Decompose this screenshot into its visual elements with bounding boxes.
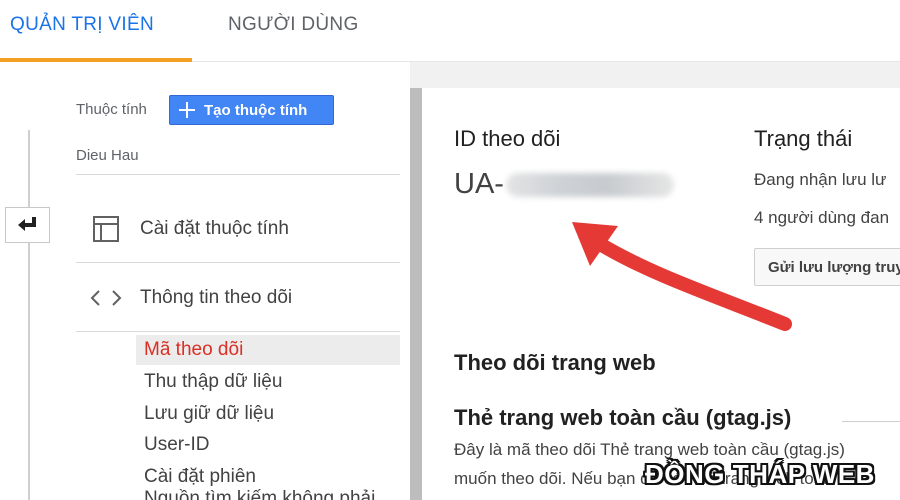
status-heading: Trạng thái [754, 126, 853, 151]
website-tracking-heading: Theo dõi trang web [454, 350, 656, 375]
menu-item-property-settings[interactable]: Cài đặt thuộc tính [76, 196, 400, 262]
tracking-id-value: UA- [454, 168, 674, 201]
plus-icon [170, 101, 204, 119]
property-selector[interactable]: Dieu Hau [76, 147, 139, 164]
watermark-text: ĐỒNG THÁP WEB [645, 458, 875, 489]
create-property-button[interactable]: Tạo thuộc tính [169, 95, 334, 125]
status-text: Đang nhận lưu lư [754, 170, 887, 189]
column-divider-scrollbar[interactable] [410, 88, 422, 500]
red-arrow-annotation [572, 222, 792, 331]
top-tab-bar: QUẢN TRỊ VIÊN NGƯỜI DÙNG [0, 0, 900, 62]
tracking-id-heading: ID theo dõi [454, 126, 561, 151]
menu-item-label: Thông tin theo dõi [140, 287, 293, 308]
menu-item-tracking-info[interactable]: Thông tin theo dõi [76, 265, 400, 331]
divider [76, 331, 400, 332]
blurred-id [505, 172, 674, 197]
tab-users[interactable]: NGƯỜI DÙNG [228, 14, 359, 36]
divider [842, 421, 900, 422]
submenu-item-tracking-code[interactable]: Mã theo dõi [136, 335, 400, 365]
submenu-item-organic-search[interactable]: Nguồn tìm kiếm không phải [136, 484, 400, 500]
create-property-label: Tạo thuộc tính [204, 101, 308, 119]
tracking-id-prefix: UA- [454, 168, 504, 200]
divider [76, 262, 400, 263]
property-label: Thuộc tính [76, 101, 147, 118]
back-button[interactable] [5, 207, 50, 243]
tab-admin[interactable]: QUẢN TRỊ VIÊN [10, 14, 154, 36]
menu-item-label: Cài đặt thuộc tính [140, 218, 289, 239]
column-timeline [28, 130, 30, 500]
code-icon [76, 288, 136, 308]
layout-icon [76, 215, 136, 243]
submenu-item-data-collection[interactable]: Thu thập dữ liệu [136, 367, 400, 397]
submenu-item-data-retention[interactable]: Lưu giữ dữ liệu [136, 399, 400, 429]
back-arrow-icon [17, 217, 36, 231]
divider [76, 174, 400, 175]
watermark: ĐỒNG THÁP WEB [633, 455, 887, 493]
submenu-item-user-id[interactable]: User-ID [136, 430, 400, 460]
gtag-heading: Thẻ trang web toàn cầu (gtag.js) [454, 405, 792, 430]
